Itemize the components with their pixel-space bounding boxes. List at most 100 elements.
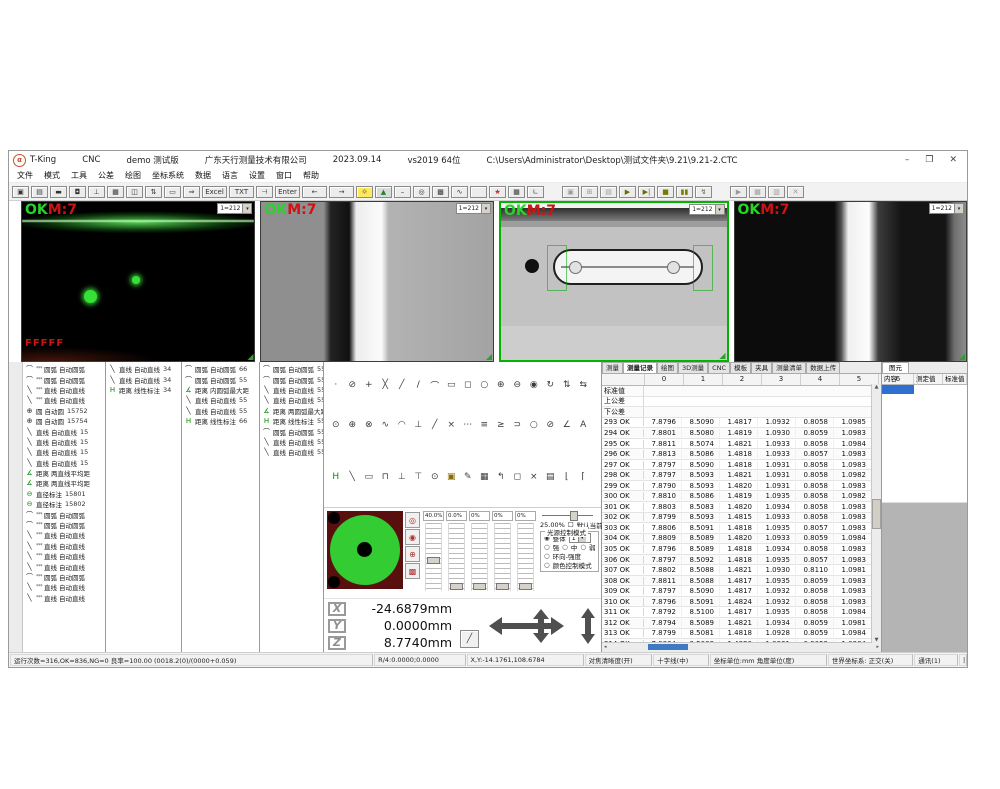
caliper-button[interactable]: ⊥ xyxy=(88,186,105,198)
toolbox-tool-icon[interactable]: ⊕ xyxy=(345,418,361,432)
toolbox-tool-icon[interactable]: ≡ xyxy=(477,418,493,432)
arrow-left-button[interactable]: ← xyxy=(302,186,327,198)
save-2-button[interactable]: ▣ xyxy=(562,186,579,198)
toolbox-tool-icon[interactable]: + xyxy=(361,378,377,392)
list-item[interactable]: ⌒圆弧自动圆弧55 xyxy=(260,364,323,374)
resize-grip-icon[interactable]: ◢ xyxy=(247,352,253,361)
list-item[interactable]: ╲直线自动直线55 xyxy=(260,437,323,447)
measurement-row[interactable]: 305 OK7.87968.50891.48181.09340.80581.09… xyxy=(602,544,881,555)
measurement-row[interactable]: 309 OK7.87978.50901.48171.09320.80581.09… xyxy=(602,586,881,597)
list-item[interactable]: ∡距离两圆弧最大距 xyxy=(260,406,323,416)
list-item[interactable]: H距离线性标注66 xyxy=(182,416,259,426)
measurement-row[interactable]: 310 OK7.87968.50911.48241.09320.80581.09… xyxy=(602,597,881,608)
toolbox-tool-icon[interactable]: ⊓ xyxy=(378,470,394,484)
measurement-row[interactable]: 295 OK7.88118.50741.48211.09330.80581.09… xyxy=(602,439,881,450)
measurement-row[interactable]: 304 OK7.88098.50891.48201.09330.80591.09… xyxy=(602,534,881,545)
tab-测量记录[interactable]: 测量记录 xyxy=(623,362,657,373)
camera-2-zoom-select[interactable]: 1=212 ▾ xyxy=(456,203,491,214)
toolbox-tool-icon[interactable]: · xyxy=(328,378,344,392)
left-scroll-strip[interactable] xyxy=(9,362,23,652)
chevron-down-icon[interactable]: ▾ xyxy=(954,204,963,213)
toolbox-tool-icon[interactable]: ⌒ xyxy=(427,378,443,392)
slider-thumb[interactable] xyxy=(519,583,532,590)
menu-item-绘图[interactable]: 绘图 xyxy=(125,170,141,181)
list-item[interactable]: ╲直线自动直线34 xyxy=(106,364,181,374)
right-col-header-测定值[interactable]: 测定值 xyxy=(914,374,943,384)
list-item[interactable]: ╲直线自动直线55 xyxy=(260,395,323,405)
light-joystick[interactable] xyxy=(327,511,403,589)
tab-模板[interactable]: 模板 xyxy=(730,362,751,373)
camera-view-3-selected[interactable]: OKM:7 1=212 ▾ ◢ xyxy=(499,201,729,362)
tab-测量清单[interactable]: 测量清单 xyxy=(772,362,806,373)
toolbox-tool-icon[interactable]: / xyxy=(411,378,427,392)
toolbox-tool-icon[interactable]: × xyxy=(526,470,542,484)
menu-item-帮助[interactable]: 帮助 xyxy=(303,170,319,181)
list-item[interactable]: ╲***直线自动直线 xyxy=(23,541,105,551)
minimize-button[interactable]: – xyxy=(905,155,910,165)
probe-button[interactable]: ◘ xyxy=(69,186,86,198)
list-item[interactable]: ╲***直线自动直线 xyxy=(23,582,105,592)
chevron-down-icon[interactable]: ▾ xyxy=(715,205,724,214)
scroll-left-icon[interactable]: ◂ xyxy=(604,643,607,651)
light-channel-slider[interactable]: 0% xyxy=(515,511,536,595)
tab-3D测量[interactable]: 3D测量 xyxy=(678,362,708,373)
tab-绘图[interactable]: 绘图 xyxy=(657,362,678,373)
toolbox-tool-icon[interactable]: ≥ xyxy=(493,418,509,432)
measurement-row[interactable]: 312 OK7.87948.50891.48211.09340.80591.09… xyxy=(602,618,881,629)
chart-button[interactable]: ∟ xyxy=(527,186,544,198)
menu-item-语言[interactable]: 语言 xyxy=(222,170,238,181)
measurement-row[interactable]: 301 OK7.88038.50831.48201.09340.80581.09… xyxy=(602,502,881,513)
open-folder-button[interactable]: ▤ xyxy=(31,186,48,198)
camera-3-zoom-select[interactable]: 1=212 ▾ xyxy=(689,204,724,215)
light-channel-slider[interactable]: 0.0% xyxy=(446,511,467,595)
magnifier-button[interactable]: ◎ xyxy=(413,186,430,198)
list-item[interactable]: ⌒***圆弧自动圆弧 xyxy=(23,520,105,530)
tolerance-row[interactable]: 下公差 xyxy=(602,407,881,418)
menu-item-工具[interactable]: 工具 xyxy=(71,170,87,181)
play-2-button[interactable]: ▶ xyxy=(730,186,747,198)
ring-select-button-1[interactable]: ◎ xyxy=(405,512,420,528)
list-item[interactable]: ╲***直线自动直线 xyxy=(23,593,105,603)
block-button[interactable]: ▭ xyxy=(164,186,181,198)
z-jog-arrows-icon[interactable] xyxy=(579,607,597,645)
toolbox-tool-icon[interactable]: × xyxy=(444,418,460,432)
star-button[interactable]: ★ xyxy=(489,186,506,198)
toolbox-tool-icon[interactable]: ⋯ xyxy=(460,418,476,432)
toolbox-tool-icon[interactable]: ⊘ xyxy=(543,418,559,432)
list-item[interactable]: ⌒***圆弧自动圆弧 xyxy=(23,572,105,582)
enter-button[interactable]: Enter xyxy=(275,186,300,198)
horizontal-scrollbar[interactable]: ◂ ▸ xyxy=(602,642,881,652)
list-item[interactable]: ⊕圆自动圆15752 xyxy=(23,406,105,416)
menu-item-公差[interactable]: 公差 xyxy=(98,170,114,181)
tolerance-row[interactable]: 标准值 xyxy=(602,386,881,397)
toolbox-tool-icon[interactable]: ▭ xyxy=(444,378,460,392)
list-item[interactable]: ╲直线自动直线55 xyxy=(182,395,259,405)
col-header-3[interactable]: 3 xyxy=(762,374,801,385)
measurement-row[interactable]: 300 OK7.88108.50861.48191.09350.80581.09… xyxy=(602,491,881,502)
resize-grip-icon[interactable]: ◢ xyxy=(959,352,965,361)
tab-CNC[interactable]: CNC xyxy=(708,362,730,373)
toolbox-tool-icon[interactable]: ○ xyxy=(526,418,542,432)
menu-item-数据[interactable]: 数据 xyxy=(195,170,211,181)
camera-4-zoom-select[interactable]: 1=212 ▾ xyxy=(929,203,964,214)
list-item[interactable]: ∡距离两直线平均距 xyxy=(23,478,105,488)
toolbox-tool-icon[interactable]: ⇆ xyxy=(576,378,592,392)
list-item[interactable]: ╲***直线自动直线 xyxy=(23,385,105,395)
measurement-row[interactable]: 308 OK7.88118.50881.48171.09350.80591.09… xyxy=(602,576,881,587)
close-button[interactable]: ✕ xyxy=(949,155,957,165)
camera-view-2[interactable]: OKM:7 1=212 ▾ ◢ xyxy=(260,201,493,362)
toolbox-tool-icon[interactable]: ▣ xyxy=(444,470,460,484)
col-header-1[interactable]: 1 xyxy=(684,374,723,385)
plug-button[interactable]: ⊣ xyxy=(256,186,273,198)
col-header-2[interactable]: 2 xyxy=(723,374,762,385)
ring-select-button-2[interactable]: ◉ xyxy=(405,529,420,545)
chevron-down-icon[interactable]: ▾ xyxy=(481,204,490,213)
scrollbar-thumb[interactable] xyxy=(872,499,881,529)
gray-block-button[interactable]: ▦ xyxy=(107,186,124,198)
list-item[interactable]: ╲直线自动直线15 xyxy=(23,426,105,436)
list-item[interactable]: ⌒圆弧自动圆弧66 xyxy=(182,364,259,374)
list-item[interactable]: ⌒***圆弧自动圆弧 xyxy=(23,374,105,384)
toolbox-tool-icon[interactable]: ╱ xyxy=(427,418,443,432)
list-item[interactable]: ╲直线自动直线15 xyxy=(23,437,105,447)
blank-button[interactable] xyxy=(470,186,487,198)
